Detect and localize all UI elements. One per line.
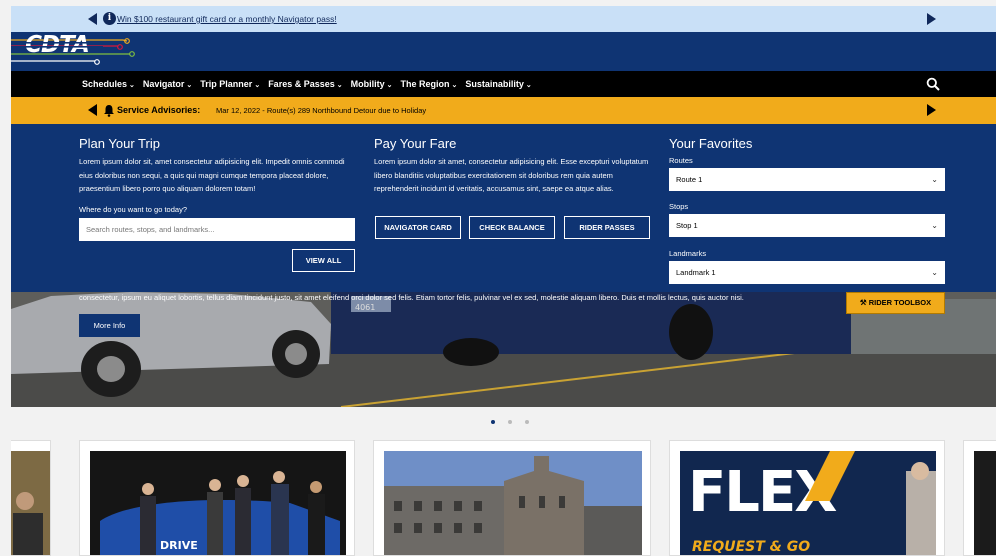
trip-input-label: Where do you want to go today?: [79, 205, 187, 214]
carousel-dot-3[interactable]: [525, 420, 529, 424]
nav-item-the-region[interactable]: The Region ⌄: [400, 79, 457, 89]
landmarks-label: Landmarks: [669, 249, 707, 258]
main-nav: Schedules ⌄ Navigator ⌄ Trip Planner ⌄ Fare…: [11, 71, 996, 97]
plan-trip-description: Lorem ipsum dolor sit, amet consectetur …: [79, 157, 345, 193]
pay-fare-section: Pay Your Fare Lorem ipsum dolor sit amet…: [374, 136, 650, 196]
nav-item-mobility[interactable]: Mobility ⌄: [351, 79, 393, 89]
advisory-label: Service Advisories:: [117, 105, 201, 115]
hero-caption: consectetur, ipsum eu aliquet lobortis, …: [79, 293, 744, 302]
rider-toolbox-button[interactable]: ⚒ RIDER TOOLBOX: [846, 292, 945, 314]
chevron-down-icon: ⌄: [254, 82, 261, 89]
pay-fare-title: Pay Your Fare: [374, 136, 457, 151]
promo-link[interactable]: Win $100 restaurant gift card or a month…: [117, 14, 337, 24]
carousel-dot-1[interactable]: [491, 420, 495, 424]
nav-item-sustainability[interactable]: Sustainability ⌄: [465, 79, 531, 89]
brand-bar: CDTA: [11, 32, 996, 71]
routes-select[interactable]: Route 1 ⌄: [669, 168, 945, 191]
pay-fare-description: Lorem ipsum dolor sit amet, consectetur …: [374, 157, 649, 193]
chevron-down-icon: ⌄: [931, 221, 938, 230]
chevron-down-icon: ⌄: [129, 82, 135, 89]
cdta-logo[interactable]: CDTA: [11, 32, 103, 56]
chevron-down-icon: ⌄: [186, 82, 193, 89]
card-image: [974, 451, 996, 555]
nav-item-navigator[interactable]: Navigator ⌄: [143, 79, 192, 89]
info-icon: i: [103, 12, 116, 25]
chevron-down-icon: ⌄: [386, 82, 393, 89]
search-icon[interactable]: [926, 77, 940, 91]
news-card-partial-right[interactable]: [963, 440, 996, 556]
card-image: [11, 451, 50, 555]
rider-passes-button[interactable]: RIDER PASSES: [564, 216, 650, 239]
bell-icon: [104, 105, 114, 117]
chevron-down-icon: ⌄: [931, 175, 938, 184]
chevron-down-icon: ⌄: [525, 82, 532, 89]
promo-prev-arrow-icon[interactable]: [88, 13, 97, 25]
plan-trip-section: Plan Your Trip Lorem ipsum dolor sit, am…: [79, 136, 355, 196]
advisory-text[interactable]: Mar 12, 2022 - Route(s) 289 Northbound D…: [216, 106, 426, 115]
favorites-section: Your Favorites: [669, 136, 945, 151]
check-balance-button[interactable]: CHECK BALANCE: [469, 216, 555, 239]
advisory-prev-arrow-icon[interactable]: [88, 104, 97, 116]
stops-select[interactable]: Stop 1 ⌄: [669, 214, 945, 237]
card-image: DRIVE: [90, 451, 346, 555]
advisory-next-arrow-icon[interactable]: [927, 104, 936, 116]
nav-item-fares-passes[interactable]: Fares & Passes ⌄: [268, 79, 342, 89]
card-image: FLEX REQUEST & GO: [680, 451, 936, 555]
navigator-card-button[interactable]: NAVIGATOR CARD: [375, 216, 461, 239]
carousel-dot-2[interactable]: [508, 420, 512, 424]
view-all-button[interactable]: VIEW ALL: [292, 249, 355, 272]
chevron-down-icon: ⌄: [931, 268, 938, 277]
drive-text: DRIVE: [160, 539, 198, 552]
routes-label: Routes: [669, 156, 693, 165]
stops-label: Stops: [669, 202, 689, 211]
plan-trip-title: Plan Your Trip: [79, 136, 160, 151]
news-card-partial-left[interactable]: [11, 440, 51, 556]
trip-search-input[interactable]: Search routes, stops, and landmarks...: [79, 218, 355, 241]
quick-actions-panel: Plan Your Trip Lorem ipsum dolor sit, am…: [11, 124, 996, 292]
chevron-down-icon: ⌄: [451, 82, 458, 89]
nav-item-trip-planner[interactable]: Trip Planner ⌄: [200, 79, 260, 89]
tools-icon: ⚒: [859, 298, 867, 307]
bus-number: 4061: [355, 303, 375, 312]
news-card-drive[interactable]: DRIVE: [79, 440, 355, 556]
promo-bar: i Win $100 restaurant gift card or a mon…: [11, 6, 996, 32]
logo-text: CDTA: [25, 32, 89, 56]
request-go-text: REQUEST & GO: [692, 539, 810, 555]
nav-item-schedules[interactable]: Schedules ⌄: [82, 79, 135, 89]
favorites-title: Your Favorites: [669, 136, 753, 151]
more-info-button[interactable]: More Info: [79, 314, 140, 337]
news-card-building[interactable]: [373, 440, 651, 556]
chevron-down-icon: ⌄: [336, 82, 343, 89]
landmarks-select[interactable]: Landmark 1 ⌄: [669, 261, 945, 284]
promo-next-arrow-icon[interactable]: [927, 13, 936, 25]
service-advisory-bar: Service Advisories: Mar 12, 2022 - Route…: [11, 97, 996, 124]
card-image: [384, 451, 642, 555]
news-card-flex[interactable]: FLEX REQUEST & GO: [669, 440, 945, 556]
